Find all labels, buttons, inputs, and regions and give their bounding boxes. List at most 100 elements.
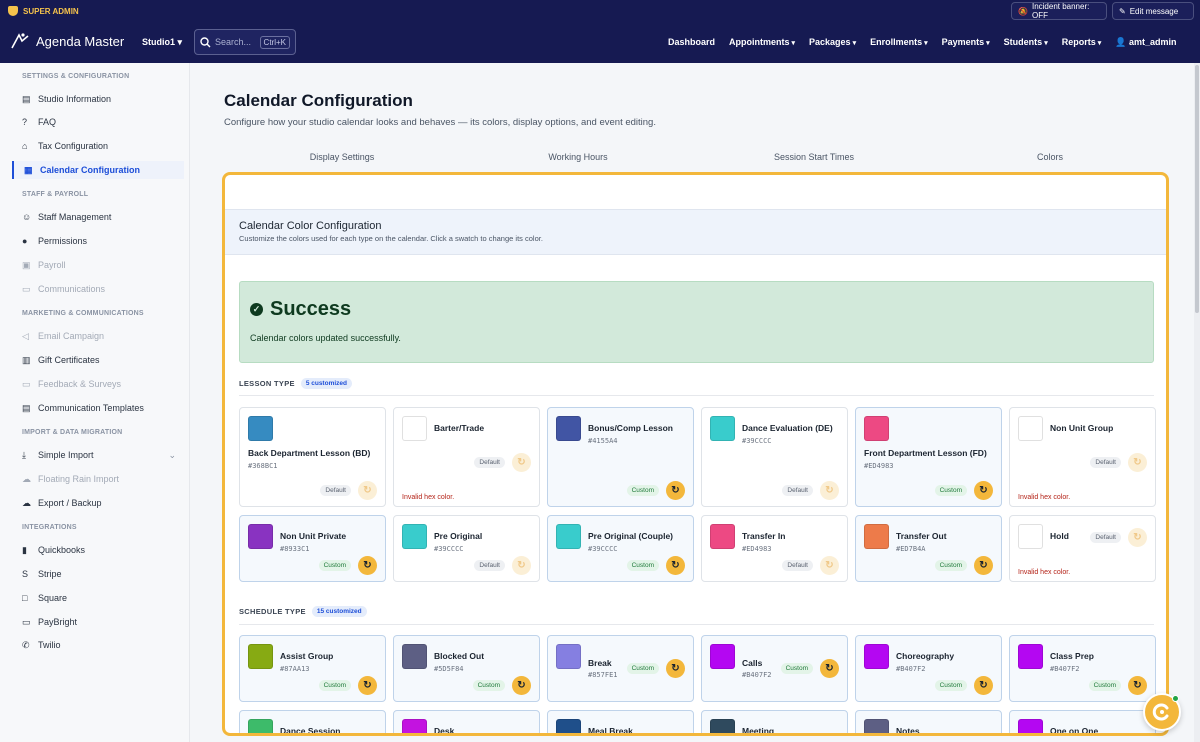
tab-colors[interactable]: Colors <box>932 152 1168 162</box>
reset-color-icon[interactable]: ↻ <box>512 556 531 575</box>
tab-session-start-times[interactable]: Session Start Times <box>696 152 932 162</box>
sidebar-item-payroll[interactable]: ▣ Payroll <box>12 256 184 274</box>
incident-banner-button[interactable]: 🔕 Incident banner: OFF <box>1011 2 1107 20</box>
reset-color-icon[interactable]: ↻ <box>974 676 993 695</box>
nav-link-packages[interactable]: Packages ▾ <box>809 37 856 48</box>
schedule-color-tile: DeskCustom↻ <box>393 710 540 736</box>
sidebar-item-email-campaign[interactable]: ◁ Email Campaign <box>12 327 184 345</box>
chevron-down-icon[interactable]: ⌄ <box>168 450 176 461</box>
color-swatch[interactable] <box>402 719 427 733</box>
studio-icon: ▤ <box>22 94 31 104</box>
reset-color-icon[interactable]: ↻ <box>666 659 685 678</box>
reset-color-icon[interactable]: ↻ <box>974 481 993 500</box>
nav-link-payments[interactable]: Payments ▾ <box>942 37 990 48</box>
nav-link-dashboard[interactable]: Dashboard <box>668 37 715 48</box>
scrollbar-thumb[interactable] <box>1195 65 1199 313</box>
color-swatch[interactable] <box>248 644 273 669</box>
search-box[interactable]: Search... Ctrl+K <box>194 29 296 55</box>
color-swatch[interactable] <box>710 719 735 733</box>
color-swatch[interactable] <box>1018 644 1043 669</box>
hex-value: #ED4983 <box>864 462 894 470</box>
sidebar-item-studio-information[interactable]: ▤ Studio Information <box>12 90 184 108</box>
schedule-color-tile: One on OneCustom↻ <box>1009 710 1156 736</box>
reset-color-icon[interactable]: ↻ <box>666 733 685 736</box>
reset-color-icon[interactable]: ↻ <box>974 733 993 736</box>
sidebar-item-communications[interactable]: ▭ Communications <box>12 280 184 298</box>
brand[interactable]: Agenda Master <box>10 32 124 50</box>
nav-link-students[interactable]: Students ▾ <box>1004 37 1048 48</box>
reset-color-icon[interactable]: ↻ <box>820 659 839 678</box>
nav-link-label: Appointments <box>729 37 790 47</box>
color-swatch[interactable] <box>1018 416 1043 441</box>
reset-color-icon[interactable]: ↻ <box>1128 453 1147 472</box>
sidebar-item-staff-management[interactable]: ☺ Staff Management <box>12 208 184 226</box>
reset-color-icon[interactable]: ↻ <box>358 481 377 500</box>
reset-color-icon[interactable]: ↻ <box>666 556 685 575</box>
tab-display-settings[interactable]: Display Settings <box>224 152 460 162</box>
reset-color-icon[interactable]: ↻ <box>1128 733 1147 736</box>
color-swatch[interactable] <box>1018 719 1043 733</box>
color-swatch[interactable] <box>864 719 889 733</box>
color-swatch[interactable] <box>248 416 273 441</box>
sidebar-item-label: Quickbooks <box>38 545 86 555</box>
sidebar-item-calendar-configuration[interactable]: ▦ Calendar Configuration <box>12 161 184 179</box>
color-swatch[interactable] <box>710 416 735 441</box>
sidebar-item-square[interactable]: □ Square <box>12 589 184 607</box>
reset-color-icon[interactable]: ↻ <box>512 676 531 695</box>
reset-color-icon[interactable]: ↻ <box>820 556 839 575</box>
sidebar-item-stripe[interactable]: S Stripe <box>12 565 184 583</box>
color-swatch[interactable] <box>864 416 889 441</box>
reset-color-icon[interactable]: ↻ <box>1128 528 1147 547</box>
reset-color-icon[interactable]: ↻ <box>512 453 531 472</box>
page-scrollbar[interactable] <box>1194 63 1200 742</box>
sidebar-item-floating-rain-import[interactable]: ☁ Floating Rain Import <box>12 470 184 488</box>
color-swatch[interactable] <box>864 524 889 549</box>
color-swatch[interactable] <box>402 416 427 441</box>
search-shortcut: Ctrl+K <box>259 35 290 49</box>
color-swatch[interactable] <box>864 644 889 669</box>
color-swatch[interactable] <box>1018 524 1043 549</box>
color-swatch[interactable] <box>402 524 427 549</box>
reset-color-icon[interactable]: ↻ <box>974 556 993 575</box>
reset-color-icon[interactable]: ↻ <box>358 676 377 695</box>
reset-color-icon[interactable]: ↻ <box>666 481 685 500</box>
nav-link-appointments[interactable]: Appointments ▾ <box>729 37 795 48</box>
lesson-color-tile: Transfer In #ED4983 Default ↻ <box>701 515 848 582</box>
sidebar-item-gift-certificates[interactable]: ▥ Gift Certificates <box>12 351 184 369</box>
reset-color-icon[interactable]: ↻ <box>512 733 531 736</box>
color-swatch[interactable] <box>710 644 735 669</box>
user-menu[interactable]: 👤 amt_admin <box>1115 37 1176 48</box>
feedback-icon: ▭ <box>22 379 31 389</box>
hex-value: #ED7B4A <box>896 545 926 553</box>
sidebar-item-twilio[interactable]: ✆ Twilio <box>12 636 184 654</box>
color-swatch[interactable] <box>556 524 581 549</box>
lesson-color-tile: Back Department Lesson (BD) #368BC1 Defaul… <box>239 407 386 507</box>
reset-color-icon[interactable]: ↻ <box>1128 676 1147 695</box>
studio-selector[interactable]: Studio1 ▾ <box>142 37 182 48</box>
color-swatch[interactable] <box>248 719 273 733</box>
tab-working-hours[interactable]: Working Hours <box>460 152 696 162</box>
edit-message-button[interactable]: ✎ Edit message <box>1112 2 1194 20</box>
sidebar-item-communication-templates[interactable]: ▤ Communication Templates <box>12 399 184 417</box>
reset-color-icon[interactable]: ↻ <box>820 481 839 500</box>
nav-link-enrollments[interactable]: Enrollments ▾ <box>870 37 928 48</box>
reset-color-icon[interactable]: ↻ <box>358 556 377 575</box>
sidebar-item-export-backup[interactable]: ☁ Export / Backup <box>12 494 184 512</box>
sidebar-item-feedback-surveys[interactable]: ▭ Feedback & Surveys <box>12 375 184 393</box>
nav-link-reports[interactable]: Reports ▾ <box>1062 37 1102 48</box>
color-swatch[interactable] <box>556 644 581 669</box>
reset-color-icon[interactable]: ↻ <box>820 733 839 736</box>
sidebar-item-simple-import[interactable]: ⤓ Simple Import ⌄ <box>12 446 184 464</box>
sidebar-item-faq[interactable]: ? FAQ <box>12 113 184 131</box>
chat-launcher[interactable] <box>1143 693 1181 731</box>
reset-color-icon[interactable]: ↻ <box>358 733 377 736</box>
sidebar-item-permissions[interactable]: ● Permissions <box>12 232 184 250</box>
color-swatch[interactable] <box>402 644 427 669</box>
sidebar-item-tax-configuration[interactable]: ⌂ Tax Configuration <box>12 137 184 155</box>
sidebar-item-quickbooks[interactable]: ▮ Quickbooks <box>12 541 184 559</box>
color-swatch[interactable] <box>710 524 735 549</box>
sidebar-item-paybright[interactable]: ▭ PayBright <box>12 613 184 631</box>
color-swatch[interactable] <box>556 416 581 441</box>
color-swatch[interactable] <box>556 719 581 733</box>
color-swatch[interactable] <box>248 524 273 549</box>
